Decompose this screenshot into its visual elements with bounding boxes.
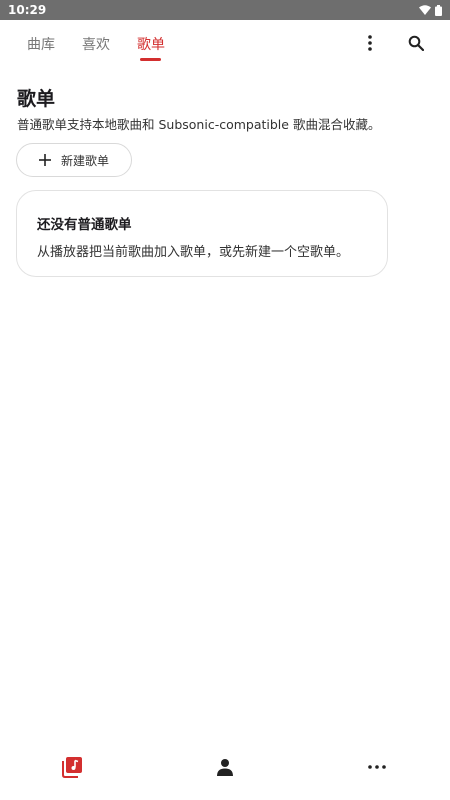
status-bar: 10:29 <box>0 0 450 20</box>
wifi-icon <box>419 5 431 15</box>
more-vert-icon[interactable] <box>359 32 381 54</box>
empty-state-title: 还没有普通歌单 <box>37 217 132 233</box>
empty-state-description: 从播放器把当前歌曲加入歌单，或先新建一个空歌单。 <box>37 245 350 260</box>
bottom-nav <box>0 745 450 789</box>
plus-icon <box>39 154 51 166</box>
new-playlist-label: 新建歌单 <box>61 153 110 168</box>
person-icon[interactable] <box>213 755 237 779</box>
status-time: 10:29 <box>8 3 47 17</box>
tab-playlists[interactable]: 歌单 <box>137 34 165 54</box>
more-horiz-icon[interactable] <box>365 755 389 779</box>
empty-state-card: 还没有普通歌单 从播放器把当前歌曲加入歌单，或先新建一个空歌单。 <box>16 190 388 277</box>
tab-favorites[interactable]: 喜欢 <box>82 34 110 54</box>
tab-library[interactable]: 曲库 <box>27 34 55 54</box>
page-description: 普通歌单支持本地歌曲和 Subsonic-compatible 歌曲混合收藏。 <box>17 117 381 132</box>
page-title: 歌单 <box>17 88 56 110</box>
status-icons <box>419 4 442 16</box>
tab-indicator <box>140 58 161 61</box>
top-bar: 曲库 喜欢 歌单 <box>0 20 450 64</box>
new-playlist-button[interactable]: 新建歌单 <box>16 143 132 177</box>
battery-icon <box>435 4 442 16</box>
music-library-icon[interactable] <box>60 755 84 779</box>
search-icon[interactable] <box>405 32 427 54</box>
